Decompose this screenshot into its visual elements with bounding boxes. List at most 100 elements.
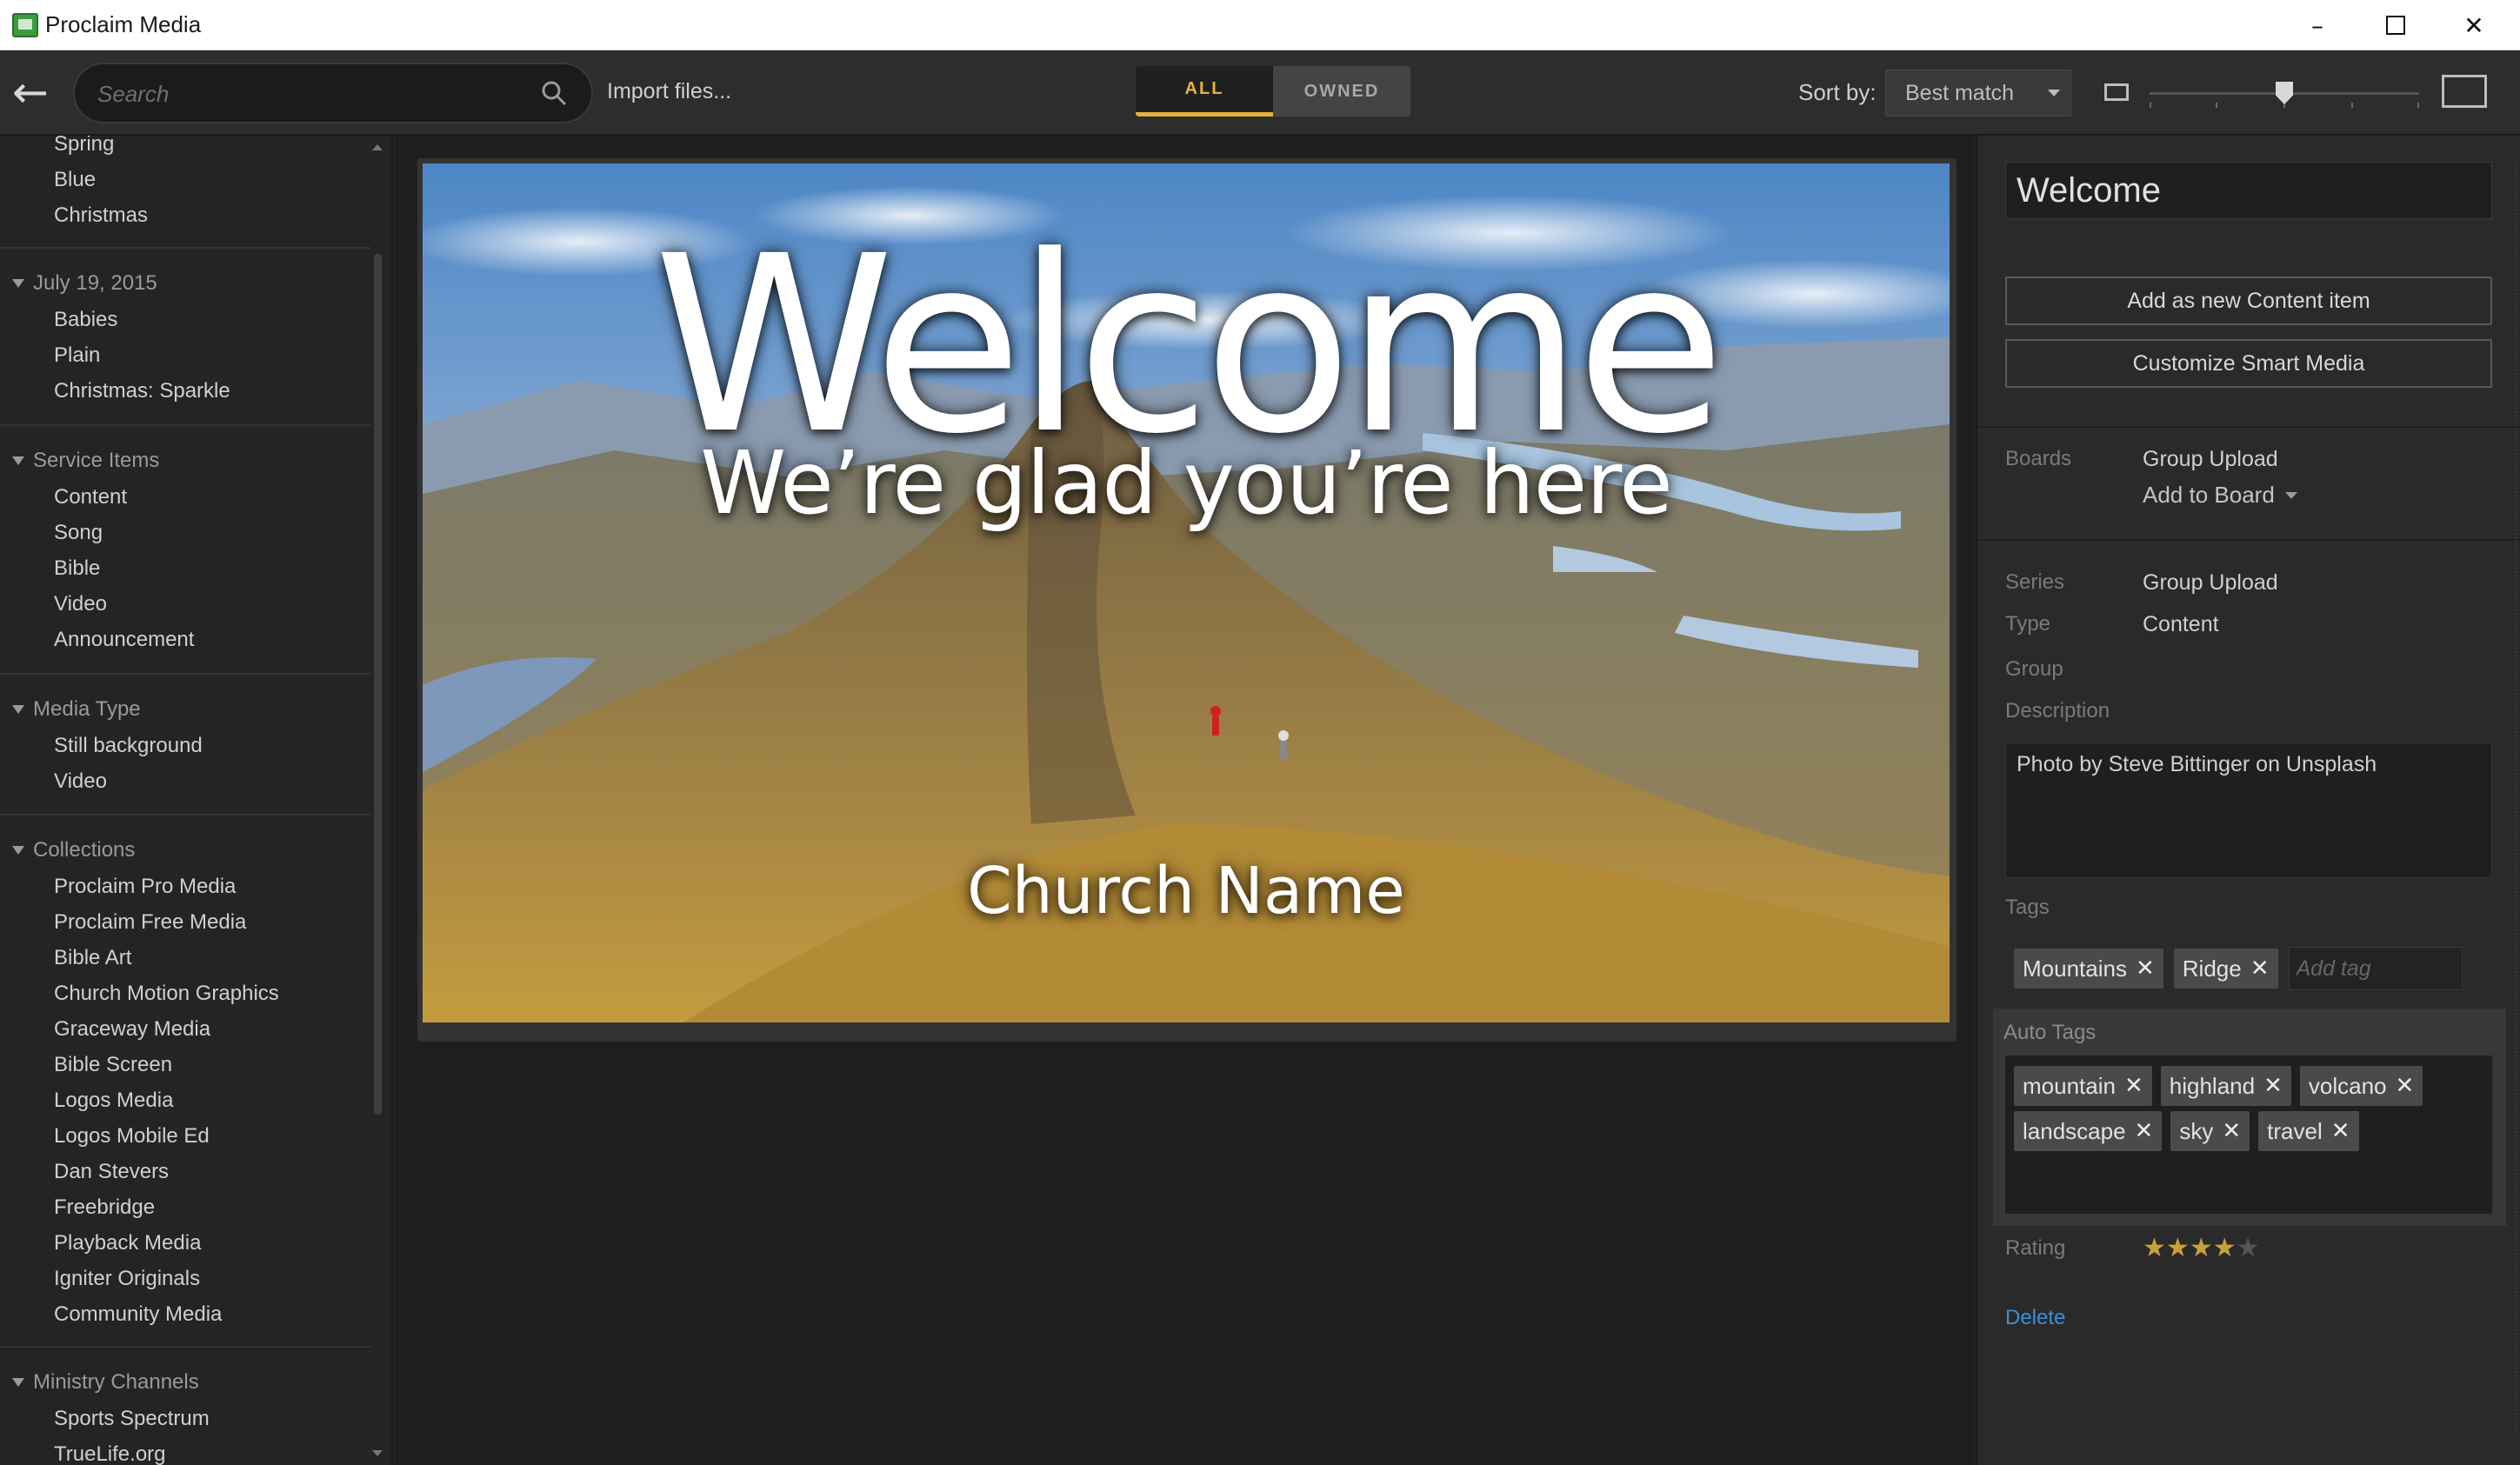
panel-scrollbar[interactable] (2510, 162, 2517, 1431)
remove-tag-icon[interactable]: ✕ (2263, 1073, 2283, 1099)
collapse-triangle-icon (12, 279, 24, 288)
back-button[interactable]: ← (12, 70, 63, 117)
tags-field[interactable]: Mountains ✕ Ridge ✕ (2005, 944, 2492, 993)
auto-tags-label: Auto Tags (2003, 1021, 2097, 1044)
add-to-board-dropdown[interactable]: Add to Board (2143, 482, 2297, 509)
toolbar: ← Import files... ALL OWNED Sort by: Bes… (0, 50, 2520, 136)
minimize-button[interactable]: – (2278, 0, 2357, 50)
section-service-items[interactable]: Service Items (12, 449, 159, 473)
auto-tag-chip: highland ✕ (2160, 1066, 2291, 1106)
auto-tag-chip: sky ✕ (2170, 1111, 2250, 1151)
auto-tag-chip: volcano ✕ (2299, 1066, 2423, 1106)
remove-tag-icon[interactable]: ✕ (2135, 1118, 2154, 1144)
slider-handle[interactable] (2276, 82, 2293, 104)
sidebar-item-logos-media[interactable]: Logos Media (54, 1089, 173, 1113)
scroll-up-icon[interactable] (372, 144, 383, 150)
star-icon[interactable]: ★ (2237, 1233, 2260, 1263)
search-input[interactable] (97, 75, 532, 113)
sidebar-item-proclaim-pro-media[interactable]: Proclaim Pro Media (54, 875, 236, 899)
sidebar-item-dan-stevers[interactable]: Dan Stevers (54, 1160, 169, 1184)
slider-tick (2417, 103, 2419, 108)
sidebar-item-proclaim-free-media[interactable]: Proclaim Free Media (54, 910, 246, 935)
import-files-link[interactable]: Import files... (607, 79, 731, 104)
sidebar-item-sports-spectrum[interactable]: Sports Spectrum (54, 1407, 210, 1431)
back-arrow-icon: ← (12, 67, 49, 117)
sidebar-item-plain[interactable]: Plain (54, 343, 100, 368)
sidebar-item-bible-screen[interactable]: Bible Screen (54, 1053, 172, 1077)
slider-tick (2150, 103, 2151, 108)
slider-tick (2216, 103, 2217, 108)
chevron-down-icon (2284, 491, 2297, 499)
rating-stars[interactable]: ★ ★ ★ ★ ★ (2143, 1233, 2260, 1263)
sidebar-item-spring[interactable]: Spring (54, 136, 114, 156)
sidebar-item-song[interactable]: Song (54, 521, 103, 545)
sidebar-item-video-media[interactable]: Video (54, 769, 107, 794)
sidebar-item-truelife[interactable]: TrueLife.org (54, 1442, 166, 1465)
remove-tag-icon[interactable]: ✕ (2222, 1118, 2241, 1144)
filter-all-tab[interactable]: ALL (1136, 66, 1273, 117)
large-thumb-icon[interactable] (2442, 75, 2487, 108)
sidebar-item-bible-art[interactable]: Bible Art (54, 946, 131, 970)
sidebar-item-blue[interactable]: Blue (54, 168, 96, 192)
description-field[interactable]: Photo by Steve Bittinger on Unsplash (2005, 742, 2492, 878)
search-icon[interactable] (541, 80, 567, 106)
scroll-down-icon[interactable] (372, 1450, 383, 1456)
close-icon: ✕ (2463, 10, 2484, 40)
thumb-size-slider[interactable] (2150, 82, 2419, 108)
tags-label: Tags (2005, 896, 2050, 919)
collapse-triangle-icon (12, 456, 24, 465)
section-media-type[interactable]: Media Type (12, 697, 141, 722)
customize-smart-media-button[interactable]: Customize Smart Media (2005, 339, 2492, 388)
maximize-button[interactable] (2357, 0, 2435, 50)
type-label: Type (2005, 612, 2051, 636)
sidebar-item-graceway-media[interactable]: Graceway Media (54, 1017, 210, 1042)
sort-dropdown[interactable]: Best match (1885, 70, 2071, 117)
delete-link[interactable]: Delete (2005, 1306, 2065, 1330)
star-icon[interactable]: ★ (2143, 1233, 2166, 1263)
add-content-button[interactable]: Add as new Content item (2005, 276, 2492, 325)
sidebar-item-christmas-sparkle[interactable]: Christmas: Sparkle (54, 379, 230, 403)
sidebar-item-church-motion-graphics[interactable]: Church Motion Graphics (54, 982, 279, 1006)
remove-tag-icon[interactable]: ✕ (2396, 1073, 2415, 1099)
title-bar: Proclaim Media – ✕ (0, 0, 2520, 50)
star-icon[interactable]: ★ (2166, 1233, 2190, 1263)
remove-tag-icon[interactable]: ✕ (2250, 956, 2270, 982)
sidebar-item-video[interactable]: Video (54, 592, 107, 616)
sidebar-item-content[interactable]: Content (54, 485, 127, 509)
add-tag-input[interactable] (2288, 947, 2463, 990)
sidebar-item-igniter-originals[interactable]: Igniter Originals (54, 1267, 200, 1291)
sidebar: Spring Blue Christmas July 19, 2015 Babi… (0, 136, 393, 1465)
sidebar-item-babies[interactable]: Babies (54, 308, 117, 332)
maximize-icon (2386, 16, 2405, 35)
star-icon[interactable]: ★ (2213, 1233, 2237, 1263)
sidebar-item-still-background[interactable]: Still background (54, 734, 203, 758)
slide-preview[interactable]: Welcome We’re glad you’re here Church Na… (423, 163, 1950, 1022)
remove-tag-icon[interactable]: ✕ (2124, 1073, 2143, 1099)
scrollbar-thumb[interactable] (374, 254, 382, 1115)
sidebar-item-logos-mobile-ed[interactable]: Logos Mobile Ed (54, 1124, 210, 1149)
filter-owned-tab[interactable]: OWNED (1273, 66, 1410, 117)
sidebar-item-bible[interactable]: Bible (54, 556, 100, 581)
app-icon (12, 13, 38, 37)
remove-tag-icon[interactable]: ✕ (2136, 956, 2155, 982)
sidebar-item-announcement[interactable]: Announcement (54, 628, 194, 652)
title-field[interactable] (2005, 162, 2492, 219)
sidebar-item-freebridge[interactable]: Freebridge (54, 1195, 155, 1220)
star-icon[interactable]: ★ (2190, 1233, 2213, 1263)
section-july-19-2015[interactable]: July 19, 2015 (12, 271, 157, 296)
sort-value: Best match (1905, 81, 2015, 105)
boards-value[interactable]: Group Upload (2143, 447, 2278, 472)
remove-tag-icon[interactable]: ✕ (2331, 1118, 2350, 1144)
auto-tags-box: mountain ✕ highland ✕ volcano ✕ landscape ✕ … (2005, 1055, 2492, 1214)
section-divider (0, 814, 370, 816)
sidebar-item-community-media[interactable]: Community Media (54, 1302, 222, 1327)
close-button[interactable]: ✕ (2435, 0, 2513, 50)
auto-tag-chip: travel ✕ (2258, 1111, 2359, 1151)
section-ministry-channels[interactable]: Ministry Channels (12, 1370, 199, 1395)
sidebar-scrollbar[interactable] (372, 136, 384, 1465)
sidebar-item-christmas[interactable]: Christmas (54, 203, 148, 228)
section-collections[interactable]: Collections (12, 838, 135, 862)
small-thumb-icon[interactable] (2104, 83, 2129, 101)
sidebar-item-playback-media[interactable]: Playback Media (54, 1231, 201, 1255)
search-box[interactable] (73, 63, 593, 123)
